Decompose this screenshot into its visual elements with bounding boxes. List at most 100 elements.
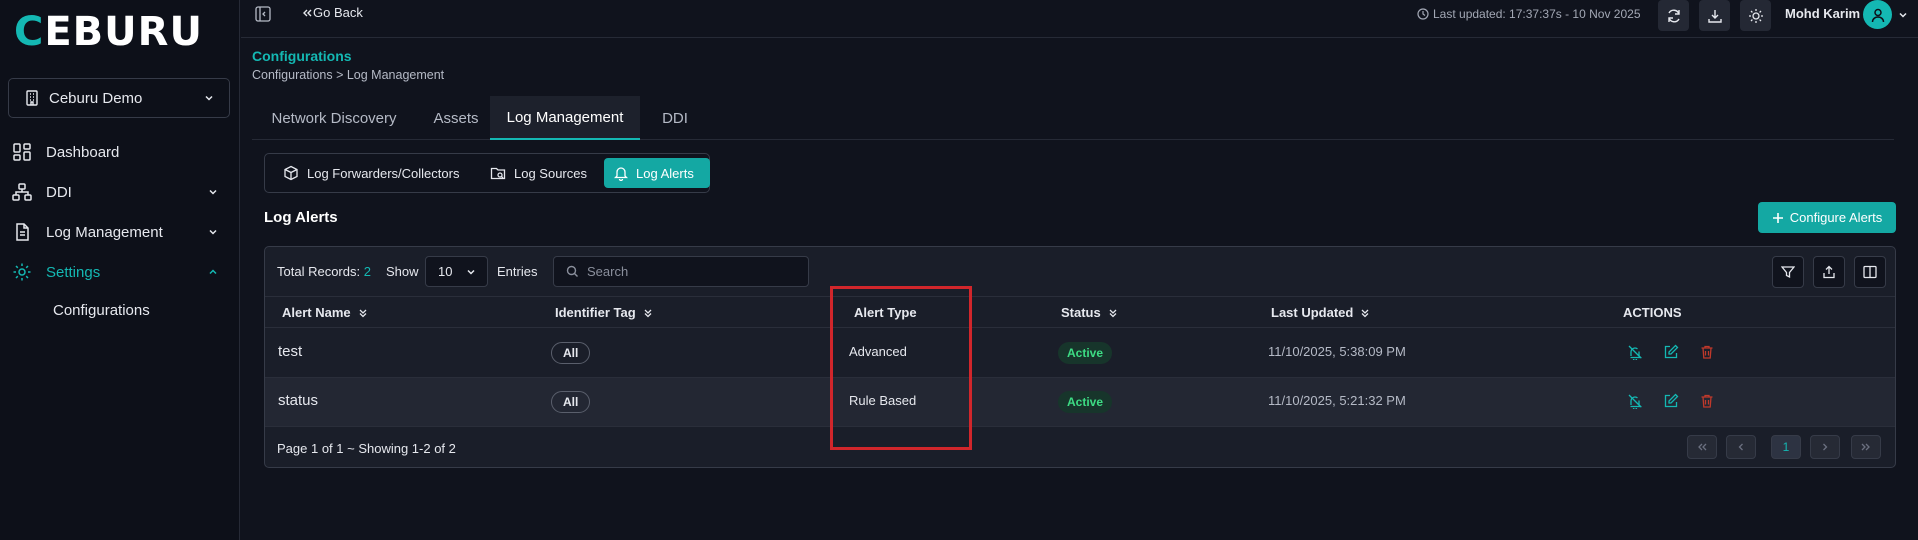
sidebar-item-dashboard[interactable]: Dashboard — [0, 134, 239, 170]
column-actions: ACTIONS — [1623, 305, 1682, 320]
tab-assets[interactable]: Assets — [416, 96, 496, 140]
chevron-down-icon — [203, 92, 215, 104]
avatar[interactable] — [1863, 0, 1892, 29]
page-size-select[interactable]: 10 — [425, 256, 488, 287]
refresh-button[interactable] — [1658, 0, 1689, 31]
next-page-button[interactable] — [1810, 435, 1840, 459]
last-page-button[interactable] — [1851, 435, 1881, 459]
double-chevron-right-icon — [1860, 441, 1872, 453]
double-chevron-left-icon — [1696, 441, 1708, 453]
upload-icon — [1822, 265, 1836, 279]
columns-button[interactable] — [1854, 256, 1886, 288]
download-button[interactable] — [1699, 0, 1730, 31]
sidebar-item-label: DDI — [46, 183, 72, 201]
tab-bar: Network Discovery Assets Log Management … — [252, 96, 1894, 140]
user-icon — [1870, 7, 1886, 23]
chevron-down-icon — [207, 186, 219, 198]
search-icon — [566, 265, 579, 278]
subtab-log-alerts[interactable]: Log Alerts — [604, 158, 710, 188]
sidebar: CEBURU Ceburu Demo Dashboard DDI Log Man… — [0, 0, 240, 540]
column-alert-type[interactable]: Alert Type — [854, 305, 917, 320]
bell-off-icon[interactable] — [1627, 344, 1643, 360]
go-back-link[interactable]: Go Back — [301, 5, 363, 20]
subtab-log-forwarders[interactable]: Log Forwarders/Collectors — [273, 158, 469, 188]
folder-search-icon — [490, 165, 506, 181]
ceburu-logo[interactable]: CEBURU — [14, 12, 203, 52]
sidebar-item-label: Dashboard — [46, 143, 120, 161]
sidebar-toggle-icon[interactable] — [255, 6, 271, 22]
section-title: Log Alerts — [264, 209, 338, 226]
chevron-down-icon — [465, 266, 477, 278]
building-icon — [25, 90, 39, 106]
show-label: Show — [386, 264, 419, 279]
alert-type: Advanced — [849, 344, 907, 359]
column-alert-name[interactable]: Alert Name — [282, 305, 369, 320]
dashboard-icon — [12, 142, 32, 162]
bell-off-icon[interactable] — [1627, 393, 1643, 409]
status-badge: Active — [1058, 342, 1113, 364]
page-1-button[interactable]: 1 — [1771, 435, 1801, 459]
sidebar-item-log-management[interactable]: Log Management — [0, 214, 239, 250]
chevron-down-icon[interactable] — [1897, 9, 1909, 21]
trash-icon[interactable] — [1699, 393, 1715, 409]
sidebar-item-settings[interactable]: Settings — [0, 254, 239, 290]
download-icon — [1707, 8, 1723, 24]
columns-icon — [1863, 265, 1877, 279]
last-updated-date: 11/10/2025, 5:21:32 PM — [1268, 393, 1406, 408]
alerts-table-card: Total Records: 2 Show 10 Entries Alert N… — [264, 246, 1896, 468]
chevron-right-icon — [1819, 441, 1831, 453]
double-chevron-left-icon — [301, 7, 313, 19]
filter-icon — [1781, 265, 1795, 279]
filter-button[interactable] — [1772, 256, 1804, 288]
tab-log-management[interactable]: Log Management — [490, 96, 640, 140]
pagination-summary: Page 1 of 1 ~ Showing 1-2 of 2 — [277, 441, 456, 456]
search-input[interactable] — [587, 264, 787, 279]
sidebar-item-label: Settings — [46, 263, 101, 281]
column-status[interactable]: Status — [1061, 305, 1119, 320]
column-identifier-tag[interactable]: Identifier Tag — [555, 305, 654, 320]
sidebar-item-ddi[interactable]: DDI — [0, 174, 239, 210]
configure-alerts-button[interactable]: Configure Alerts — [1758, 202, 1896, 233]
gear-icon — [12, 262, 32, 282]
sort-icon — [357, 307, 369, 319]
entries-label: Entries — [497, 264, 538, 279]
table-header: Alert Name Identifier Tag Alert Type Sta… — [265, 296, 1895, 328]
export-button[interactable] — [1813, 256, 1845, 288]
identifier-tag-badge: All — [551, 342, 591, 364]
edit-icon[interactable] — [1663, 344, 1679, 360]
trash-icon[interactable] — [1699, 344, 1715, 360]
bell-icon — [614, 165, 628, 181]
table-row[interactable]: test All Advanced Active 11/10/2025, 5:3… — [265, 329, 1895, 378]
sidebar-item-label: Log Management — [46, 223, 163, 241]
chevron-down-icon — [207, 226, 219, 238]
alert-name: test — [278, 343, 303, 360]
sort-icon — [642, 307, 654, 319]
org-selector[interactable]: Ceburu Demo — [8, 78, 230, 118]
chevron-up-icon — [207, 266, 219, 278]
tab-ddi[interactable]: DDI — [640, 96, 710, 140]
tab-network-discovery[interactable]: Network Discovery — [252, 96, 416, 140]
refresh-icon — [1666, 8, 1682, 24]
subtab-log-sources[interactable]: Log Sources — [480, 158, 597, 188]
last-updated-date: 11/10/2025, 5:38:09 PM — [1268, 344, 1406, 359]
cube-icon — [283, 165, 299, 181]
alert-name: status — [278, 392, 319, 409]
prev-page-button[interactable] — [1726, 435, 1756, 459]
subtab-group: Log Forwarders/Collectors Log Sources Lo… — [264, 153, 710, 193]
table-row[interactable]: status All Rule Based Active 11/10/2025,… — [265, 378, 1895, 427]
sun-icon — [1748, 8, 1764, 24]
search-input-wrapper — [553, 256, 809, 287]
last-updated: Last updated: 17:37:37s - 10 Nov 2025 — [1417, 7, 1641, 21]
total-records: Total Records: 2 — [277, 264, 371, 279]
org-name: Ceburu Demo — [49, 89, 143, 107]
document-icon — [12, 222, 32, 242]
theme-toggle-button[interactable] — [1740, 0, 1771, 31]
breadcrumb: Configurations > Log Management — [252, 68, 445, 82]
status-badge: Active — [1058, 391, 1113, 413]
sidebar-subitem-configurations[interactable]: Configurations — [53, 302, 150, 319]
column-last-updated[interactable]: Last Updated — [1271, 305, 1371, 320]
first-page-button[interactable] — [1687, 435, 1717, 459]
chevron-left-icon — [1735, 441, 1747, 453]
user-name[interactable]: Mohd Karim — [1785, 6, 1860, 21]
edit-icon[interactable] — [1663, 393, 1679, 409]
